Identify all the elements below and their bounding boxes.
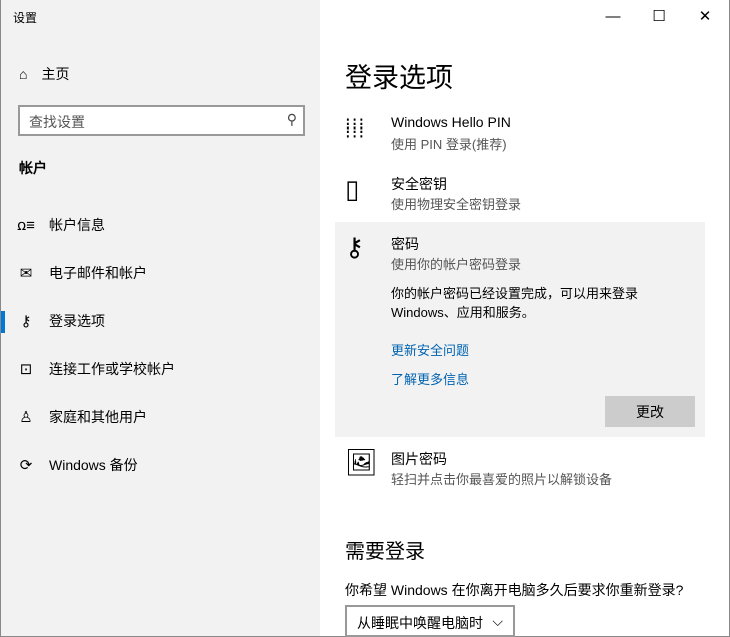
person-list-icon: ꭥ≡: [17, 217, 35, 234]
person-add-icon: ♙: [19, 409, 33, 426]
sidebar-home[interactable]: ⌂ 主页: [19, 64, 69, 84]
picture-icon: 🖼: [345, 447, 379, 477]
change-password-button[interactable]: 更改: [605, 396, 695, 427]
maximize-button[interactable]: ☐: [636, 0, 682, 32]
option-title: 图片密码: [391, 451, 447, 467]
option-title: 安全密钥: [391, 176, 447, 192]
sidebar-item-family[interactable]: ♙ 家庭和其他用户: [1, 397, 321, 437]
chevron-down-icon: ⌵: [492, 613, 503, 629]
sidebar-item-label: 电子邮件和帐户: [49, 265, 147, 281]
page-title: 登录选项: [345, 63, 453, 93]
sidebar-item-account-info[interactable]: ꭥ≡ 帐户信息: [1, 205, 321, 245]
option-title: 密码: [391, 236, 419, 252]
key-icon: ⚷: [20, 313, 32, 330]
option-subtitle: 使用你的帐户密码登录: [391, 257, 522, 272]
sidebar-item-label: Windows 备份: [49, 457, 138, 473]
password-description: 你的帐户密码已经设置完成，可以用来登录 Windows、应用和服务。: [391, 286, 639, 320]
sidebar-item-label: 登录选项: [49, 313, 105, 329]
sidebar-item-label: 帐户信息: [49, 217, 105, 233]
sync-icon: ⟳: [19, 457, 33, 474]
option-subtitle: 轻扫并点击你最喜爱的照片以解锁设备: [391, 472, 613, 487]
sidebar-item-label: 家庭和其他用户: [49, 409, 147, 425]
section-heading: 帐户: [19, 160, 47, 176]
update-security-questions-link[interactable]: 更新安全问题: [391, 340, 469, 359]
key-icon: ⚷: [345, 232, 365, 262]
briefcase-icon: ⊡: [19, 361, 33, 378]
require-signin-heading: 需要登录: [345, 541, 425, 563]
usb-key-icon: ▯: [345, 174, 360, 204]
learn-more-link[interactable]: 了解更多信息: [391, 369, 469, 388]
search-input[interactable]: 查找设置 ⚲: [18, 105, 305, 136]
home-label: 主页: [41, 66, 70, 82]
search-placeholder: 查找设置: [29, 114, 85, 130]
option-windows-hello-pin[interactable]: ⁝⁝⁝ ⁝⁝⁝ Windows Hello PIN 使用 PIN 登录(推荐): [335, 114, 705, 154]
sidebar-item-sign-in-options[interactable]: ⚷ 登录选项: [1, 301, 321, 341]
option-security-key[interactable]: ▯ 安全密钥 使用物理安全密钥登录: [335, 174, 705, 214]
minimize-button[interactable]: —: [590, 0, 636, 32]
dropdown-value: 从睡眠中唤醒电脑时: [357, 615, 483, 631]
mail-icon: ✉: [19, 265, 33, 282]
close-button[interactable]: ✕: [682, 0, 728, 32]
sidebar: 设置 ⌂ 主页 查找设置 ⚲ 帐户 ꭥ≡ 帐户信息 ✉ 电子邮件和帐户 ⚷ 登录选项 ⊡ 连…: [0, 0, 320, 637]
sidebar-item-backup[interactable]: ⟳ Windows 备份: [1, 445, 321, 485]
option-title: Windows Hello PIN: [391, 114, 511, 130]
require-signin-dropdown[interactable]: 从睡眠中唤醒电脑时 ⌵: [345, 605, 515, 637]
option-picture-password[interactable]: 🖼 图片密码 轻扫并点击你最喜爱的照片以解锁设备: [335, 447, 705, 489]
search-icon: ⚲: [286, 111, 297, 127]
pin-pad-icon: ⁝⁝⁝ ⁝⁝⁝: [345, 114, 366, 142]
home-icon: ⌂: [19, 66, 28, 82]
sidebar-item-label: 连接工作或学校帐户: [49, 361, 175, 377]
option-password[interactable]: ⚷ 密码 使用你的帐户密码登录: [335, 232, 705, 274]
option-subtitle: 使用物理安全密钥登录: [391, 197, 522, 212]
sidebar-item-work-school[interactable]: ⊡ 连接工作或学校帐户: [1, 349, 321, 389]
require-signin-question: 你希望 Windows 在你离开电脑多久后要求你重新登录?: [345, 582, 684, 598]
option-subtitle: 使用 PIN 登录(推荐): [391, 137, 507, 152]
window-title: 设置: [13, 11, 38, 25]
sidebar-item-email[interactable]: ✉ 电子邮件和帐户: [1, 253, 321, 293]
